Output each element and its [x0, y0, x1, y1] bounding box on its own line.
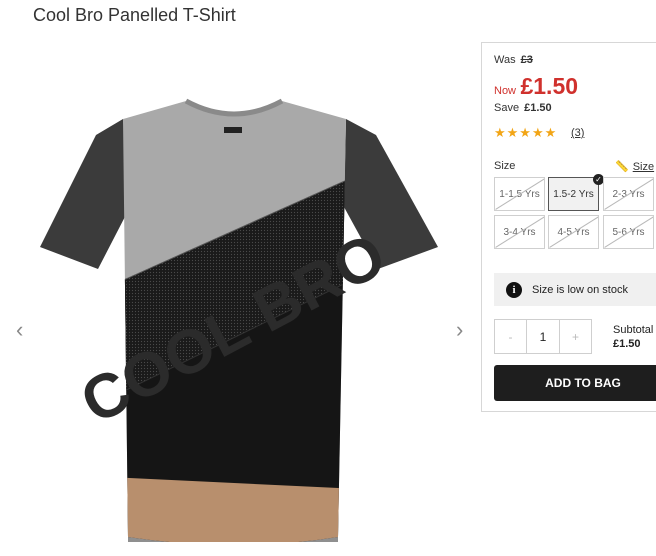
size-option[interactable]: 2-3 Yrs	[603, 177, 654, 211]
gallery-prev-icon[interactable]: ‹	[16, 319, 23, 341]
quantity-decrease-button[interactable]: -	[495, 320, 526, 353]
size-option[interactable]: 3-4 Yrs	[494, 215, 545, 249]
size-option[interactable]: 5-6 Yrs	[603, 215, 654, 249]
purchase-panel: Was £3 Now £1.50 Save £1.50 ★★★★★ (3) Si…	[481, 42, 656, 412]
savings-amount: £1.50	[524, 102, 552, 114]
size-option[interactable]: 1-1.5 Yrs	[494, 177, 545, 211]
subtotal-amount: £1.50	[613, 338, 641, 350]
price-now: Now £1.50	[494, 73, 579, 99]
subtotal: Subtotal £1.50	[613, 324, 654, 350]
price-save: Save £1.50	[494, 102, 552, 114]
quantity-input[interactable]: 1	[526, 320, 560, 353]
info-icon: i	[506, 281, 522, 298]
gallery-next-icon[interactable]: ›	[456, 319, 463, 341]
review-count-link[interactable]: (3)	[571, 127, 584, 139]
low-stock-notice: i Size is low on stock	[494, 273, 656, 306]
product-title: Cool Bro Panelled T-Shirt	[33, 5, 236, 25]
left-sleeve	[40, 119, 130, 269]
product-image: COOL BRO	[40, 98, 438, 542]
product-gallery: ‹ › COOL BRO	[0, 40, 480, 556]
size-option[interactable]: 4-5 Yrs	[548, 215, 599, 249]
star-rating-icon: ★★★★★	[494, 125, 558, 140]
price-was: Was £3	[494, 54, 533, 66]
quantity-stepper: - 1 +	[494, 319, 592, 354]
size-guide-link[interactable]: 📏 Size	[615, 160, 654, 173]
add-to-bag-button[interactable]: ADD TO BAG	[494, 365, 656, 401]
ruler-icon: 📏	[615, 161, 629, 173]
sale-price: £1.50	[520, 73, 579, 99]
size-label: Size	[494, 160, 516, 172]
original-price: £3	[520, 54, 533, 66]
quantity-increase-button[interactable]: +	[560, 320, 591, 353]
size-option-selected[interactable]: 1.5-2 Yrs	[548, 177, 599, 211]
